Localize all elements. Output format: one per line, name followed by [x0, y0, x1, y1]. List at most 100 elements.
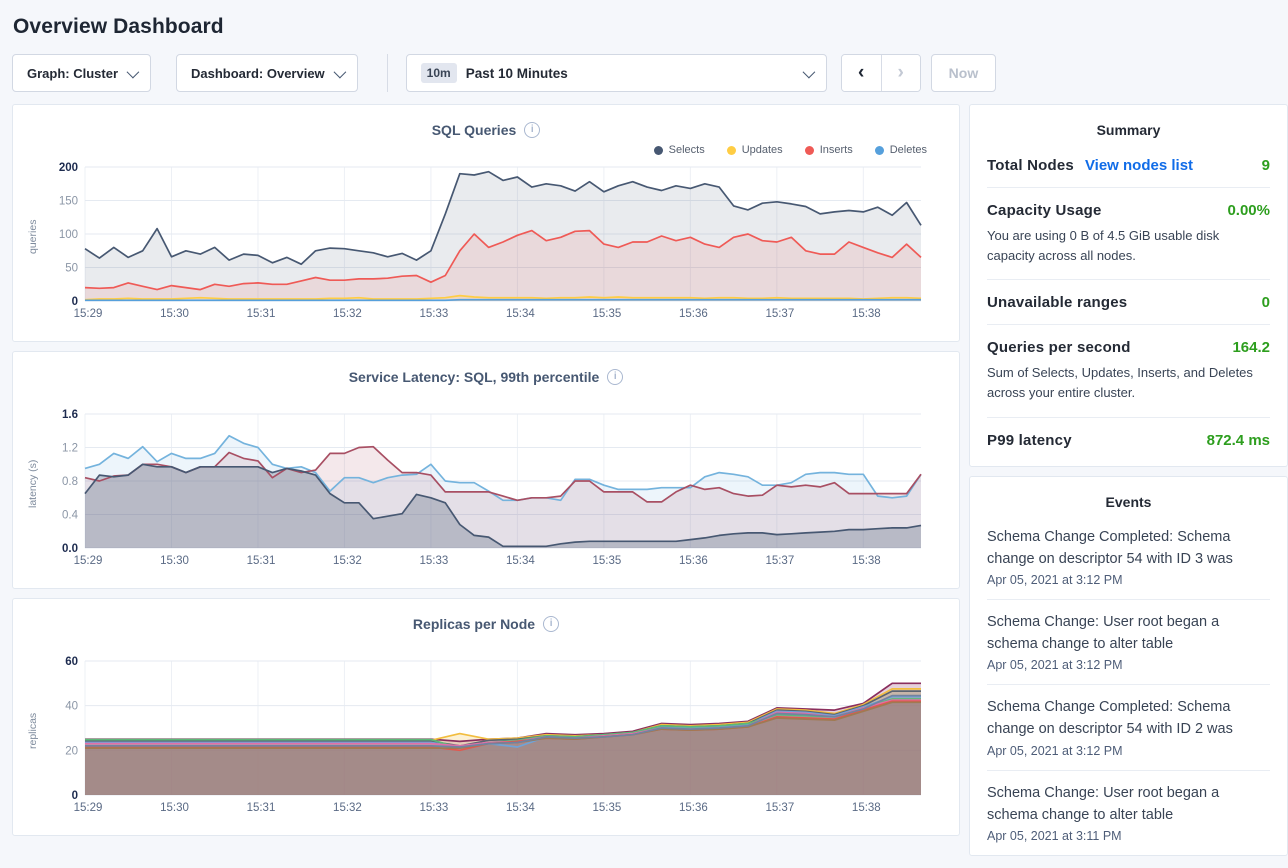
chart-legend: Selects Updates Inserts Deletes — [23, 138, 949, 162]
time-range-dropdown[interactable]: 10m Past 10 Minutes — [406, 54, 827, 92]
summary-value: 872.4 ms — [1207, 432, 1270, 449]
summary-value: 164.2 — [1232, 339, 1270, 356]
main-content: SQL Queries i Selects Updates Inserts Delet… — [12, 104, 1288, 856]
event-message: Schema Change Completed: Schema change o… — [987, 526, 1270, 570]
svg-text:15:32: 15:32 — [333, 308, 362, 320]
event-list-item[interactable]: Schema Change Completed: Schema change o… — [987, 515, 1270, 600]
svg-text:15:35: 15:35 — [592, 802, 621, 814]
sql-queries-chart: 15:2915:3015:3115:3215:3315:3415:3515:36… — [43, 162, 929, 329]
legend-item-deletes[interactable]: Deletes — [875, 144, 927, 156]
svg-text:15:34: 15:34 — [506, 555, 535, 567]
svg-text:50: 50 — [65, 263, 78, 275]
dashboard-dropdown[interactable]: Dashboard: Overview — [176, 54, 358, 92]
svg-text:15:29: 15:29 — [74, 802, 103, 814]
service-latency-chart: 15:2915:3015:3115:3215:3315:3415:3515:36… — [43, 409, 929, 576]
summary-row: Queries per second164.2Sum of Selects, U… — [987, 325, 1270, 417]
svg-text:15:34: 15:34 — [506, 802, 535, 814]
chart-card-service-latency: Service Latency: SQL, 99th percentile i … — [12, 351, 960, 589]
summary-label: Total Nodes — [987, 157, 1074, 174]
chart-legend-spacer — [23, 632, 949, 656]
svg-text:15:34: 15:34 — [506, 308, 535, 320]
svg-text:15:30: 15:30 — [160, 802, 189, 814]
info-icon[interactable]: i — [607, 369, 623, 385]
legend-dot-icon — [654, 146, 663, 155]
summary-row: Total Nodes View nodes list 9 — [987, 143, 1270, 188]
svg-text:20: 20 — [65, 745, 78, 757]
event-list-item[interactable]: Schema Change: User root began a schema … — [987, 600, 1270, 685]
time-range-label: Past 10 Minutes — [466, 66, 568, 81]
svg-text:0.8: 0.8 — [62, 476, 78, 488]
svg-text:15:29: 15:29 — [74, 308, 103, 320]
svg-text:15:37: 15:37 — [765, 802, 794, 814]
svg-text:15:33: 15:33 — [420, 555, 449, 567]
legend-item-inserts[interactable]: Inserts — [805, 144, 853, 156]
legend-label: Selects — [669, 144, 705, 156]
svg-text:0: 0 — [72, 296, 78, 308]
svg-text:150: 150 — [59, 196, 78, 208]
chevron-down-icon — [802, 65, 815, 78]
svg-text:15:31: 15:31 — [247, 308, 276, 320]
toolbar-divider — [387, 54, 388, 92]
svg-text:200: 200 — [59, 162, 78, 174]
summary-value: 0.00% — [1227, 202, 1270, 219]
summary-description: Sum of Selects, Updates, Inserts, and De… — [987, 363, 1270, 403]
summary-panel: Summary Total Nodes View nodes list 9 Capac… — [969, 104, 1288, 467]
legend-dot-icon — [875, 146, 884, 155]
summary-value: 9 — [1262, 157, 1270, 174]
summary-description: You are using 0 B of 4.5 GiB usable disk… — [987, 226, 1270, 266]
svg-text:0.4: 0.4 — [62, 510, 79, 522]
summary-row: Capacity Usage 0.00% You are using 0 B of … — [987, 188, 1270, 280]
chart-title: Replicas per Node — [413, 616, 535, 632]
events-title: Events — [987, 477, 1270, 515]
svg-text:15:30: 15:30 — [160, 308, 189, 320]
svg-text:15:37: 15:37 — [765, 555, 794, 567]
chevron-down-icon — [333, 65, 346, 78]
svg-text:0.0: 0.0 — [62, 543, 78, 555]
svg-text:15:29: 15:29 — [74, 555, 103, 567]
event-list-item[interactable]: Schema Change: User root began a schema … — [987, 771, 1270, 855]
event-list-item[interactable]: Schema Change Completed: Schema change o… — [987, 685, 1270, 770]
chart-card-replicas-per-node: Replicas per Node i replicas 15:29 15:30 1… — [12, 598, 960, 836]
svg-text:15:38: 15:38 — [852, 802, 881, 814]
legend-label: Updates — [742, 144, 783, 156]
chart-card-sql-queries: SQL Queries i Selects Updates Inserts Delet… — [12, 104, 960, 342]
summary-row: P99 latency 872.4 ms — [987, 418, 1270, 462]
svg-text:15:36: 15:36 — [679, 555, 708, 567]
svg-text:15:38: 15:38 — [852, 308, 881, 320]
prev-time-button[interactable]: ‹ — [842, 55, 881, 91]
svg-text:60: 60 — [65, 656, 78, 668]
svg-text:15:31: 15:31 — [247, 802, 276, 814]
svg-text:15:31: 15:31 — [247, 555, 276, 567]
svg-text:1.2: 1.2 — [62, 443, 78, 455]
legend-dot-icon — [805, 146, 814, 155]
sidebar-column: Summary Total Nodes View nodes list 9 Capac… — [969, 104, 1288, 856]
svg-text:15:32: 15:32 — [333, 555, 362, 567]
svg-text:15:30: 15:30 — [160, 555, 189, 567]
info-icon[interactable]: i — [543, 616, 559, 632]
graph-dropdown[interactable]: Graph: Cluster — [12, 54, 151, 92]
summary-label: Capacity Usage — [987, 202, 1102, 219]
svg-text:40: 40 — [65, 701, 78, 713]
page-title: Overview Dashboard — [0, 0, 1288, 39]
now-button[interactable]: Now — [931, 54, 997, 92]
event-timestamp: Apr 05, 2021 at 3:12 PM — [987, 573, 1270, 587]
info-icon[interactable]: i — [524, 122, 540, 138]
chevron-down-icon — [127, 65, 140, 78]
chart-title: SQL Queries — [432, 122, 517, 138]
summary-label: P99 latency — [987, 432, 1072, 449]
charts-column: SQL Queries i Selects Updates Inserts Delet… — [12, 104, 960, 836]
svg-text:15:35: 15:35 — [592, 308, 621, 320]
svg-text:15:38: 15:38 — [852, 555, 881, 567]
summary-title: Summary — [987, 105, 1270, 143]
legend-item-updates[interactable]: Updates — [727, 144, 783, 156]
view-nodes-list-link[interactable]: View nodes list — [1085, 157, 1193, 174]
y-axis-label: replicas — [27, 666, 43, 796]
dashboard-dropdown-label: Dashboard: Overview — [191, 66, 325, 81]
next-time-button[interactable]: › — [881, 55, 920, 91]
summary-row: Unavailable ranges0 — [987, 280, 1270, 325]
y-axis-label: queries — [27, 172, 43, 302]
svg-text:1.6: 1.6 — [62, 409, 78, 421]
legend-item-selects[interactable]: Selects — [654, 144, 705, 156]
event-timestamp: Apr 05, 2021 at 3:12 PM — [987, 658, 1270, 672]
chart-legend-spacer — [23, 385, 949, 409]
